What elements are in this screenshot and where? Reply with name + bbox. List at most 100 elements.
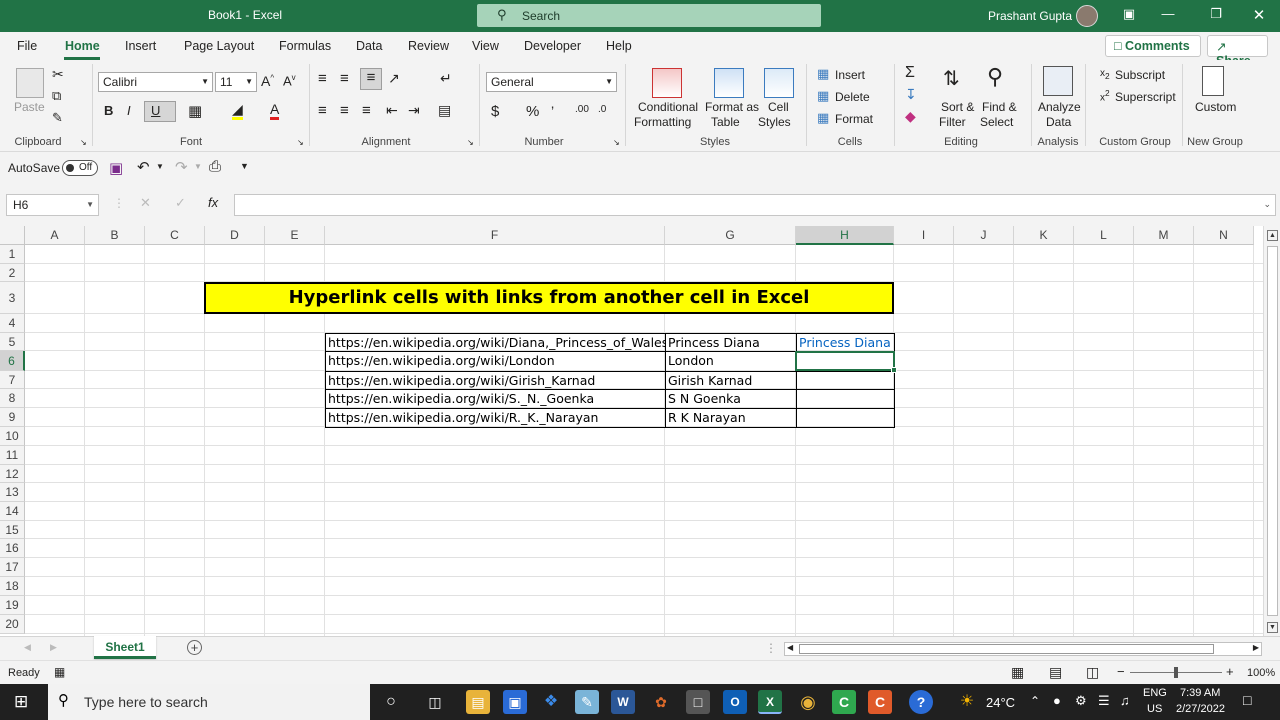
print-preview-icon[interactable]: ⎙ — [209, 158, 221, 175]
wrap-text-icon[interactable]: ↵ — [440, 70, 452, 87]
row-header-3[interactable]: 3 — [0, 282, 25, 314]
column-header-a[interactable]: A — [25, 226, 85, 245]
language-2[interactable]: US — [1147, 703, 1162, 715]
scroll-down-icon[interactable]: ▼ — [1267, 622, 1278, 633]
title-cell[interactable]: Hyperlink cells with links from another … — [204, 282, 894, 314]
currency-icon[interactable]: $ — [491, 103, 499, 120]
name-cell[interactable]: S N Goenka — [665, 390, 796, 409]
worksheet-grid[interactable]: ABCDEFGHIJKLMN 1 2 3 4 5 6 7 8 9 10 11 12 13 14 15 16 17… — [0, 226, 1280, 636]
format-cells-icon[interactable]: ▦ — [817, 110, 829, 126]
row-header-20[interactable]: 20 — [0, 615, 25, 634]
underline-button[interactable]: U — [144, 101, 176, 122]
format-cells-label[interactable]: Format — [835, 112, 873, 126]
align-middle-icon[interactable]: ≡ — [340, 70, 349, 87]
search-box[interactable]: ⚲ Search — [477, 4, 821, 27]
paste-icon[interactable] — [16, 68, 44, 98]
increase-decimal-icon[interactable]: .00 — [575, 104, 589, 115]
scroll-up-icon[interactable]: ▲ — [1267, 230, 1278, 241]
row-header-15[interactable]: 15 — [0, 521, 25, 539]
chevron-down-icon[interactable]: ▼ — [194, 162, 202, 171]
custom-button-label[interactable]: Custom — [1195, 100, 1236, 114]
store-icon[interactable]: ▣ — [503, 690, 527, 714]
row-header-1[interactable]: 1 — [0, 245, 25, 264]
find-select-icon[interactable]: ⚲ — [987, 64, 1003, 90]
analyze-data-label-1[interactable]: Analyze — [1038, 100, 1081, 114]
borders-icon[interactable]: ▦ — [188, 102, 202, 120]
clipboard-launcher-icon[interactable]: ↘ — [80, 138, 87, 147]
notification-icon[interactable]: □ — [1243, 692, 1251, 708]
row-header-5[interactable]: 5 — [0, 333, 25, 351]
restore-button[interactable]: ❐ — [1204, 6, 1228, 26]
name-box[interactable]: H6 ▼ — [6, 194, 99, 216]
sheet-tab-sheet1[interactable]: Sheet1 — [94, 636, 156, 659]
clear-icon[interactable]: ◆ — [905, 108, 916, 125]
hyperlink-cell[interactable] — [796, 390, 894, 409]
font-size-select[interactable]: 11 ▼ — [215, 72, 257, 92]
insert-cells-label[interactable]: Insert — [835, 68, 865, 82]
task-view-icon[interactable]: ◫ — [423, 690, 447, 714]
taskbar-search[interactable]: ⚲ Type here to search — [48, 684, 370, 720]
format-as-table-label-1[interactable]: Format as — [705, 100, 759, 114]
column-header-c[interactable]: C — [145, 226, 205, 245]
number-launcher-icon[interactable]: ↘ — [613, 138, 620, 147]
fill-icon[interactable]: ↧ — [905, 86, 917, 103]
column-header-f[interactable]: F — [325, 226, 665, 245]
subscript-label[interactable]: Subscript — [1115, 68, 1165, 82]
expand-formula-icon[interactable]: ⌄ — [1263, 199, 1271, 210]
column-header-e[interactable]: E — [265, 226, 325, 245]
sort-filter-label-2[interactable]: Filter — [939, 115, 966, 129]
delete-cells-icon[interactable]: ▦ — [817, 88, 829, 104]
insert-cells-icon[interactable]: ▦ — [817, 66, 829, 82]
prev-sheet-icon[interactable]: ◀ — [24, 642, 31, 653]
column-header-d[interactable]: D — [205, 226, 265, 245]
menu-data[interactable]: Data — [356, 39, 382, 53]
enter-icon[interactable]: ✓ — [175, 195, 186, 211]
url-cell[interactable]: https://en.wikipedia.org/wiki/Diana,_Pri… — [325, 334, 665, 352]
name-cell[interactable]: Princess Diana — [665, 334, 796, 352]
row-header-13[interactable]: 13 — [0, 483, 25, 502]
menu-page-layout[interactable]: Page Layout — [184, 39, 254, 53]
menu-insert[interactable]: Insert — [125, 39, 156, 53]
align-right-icon[interactable]: ≡ — [362, 102, 371, 119]
format-as-table-label-2[interactable]: Table — [711, 115, 740, 129]
find-select-label-1[interactable]: Find & — [982, 100, 1017, 114]
scroll-left-icon[interactable]: ◀ — [787, 643, 793, 652]
scroll-right-icon[interactable]: ▶ — [1253, 643, 1259, 652]
undo-icon[interactable]: ↶ — [137, 158, 150, 176]
minimize-button[interactable]: — — [1156, 6, 1180, 26]
align-bottom-icon[interactable]: ≡ — [360, 68, 382, 90]
delete-cells-label[interactable]: Delete — [835, 90, 870, 104]
temperature[interactable]: 24°C — [986, 695, 1015, 710]
row-header-19[interactable]: 19 — [0, 596, 25, 615]
paint-icon[interactable]: ✿ — [649, 690, 673, 714]
name-cell[interactable]: R K Narayan — [665, 409, 796, 428]
insert-function-icon[interactable]: fx — [208, 195, 218, 210]
file-explorer-icon[interactable]: ▤ — [466, 690, 490, 714]
chevron-up-icon[interactable]: ⌃ — [1030, 694, 1040, 708]
row-header-10[interactable]: 10 — [0, 427, 25, 446]
zoom-level[interactable]: 100% — [1247, 667, 1275, 679]
font-name-select[interactable]: Calibri ▼ — [98, 72, 213, 92]
cortana-icon[interactable]: ○ — [379, 690, 403, 714]
alignment-launcher-icon[interactable]: ↘ — [467, 138, 474, 147]
decrease-font-icon[interactable]: Av — [283, 73, 296, 88]
row-header-6[interactable]: 6 — [0, 351, 25, 371]
sort-filter-icon[interactable]: ⇅ — [943, 66, 960, 91]
conditional-formatting-icon[interactable] — [652, 68, 682, 98]
column-header-j[interactable]: J — [954, 226, 1014, 245]
fill-handle[interactable] — [891, 367, 897, 373]
page-break-view-icon[interactable]: ◫ — [1086, 664, 1099, 681]
column-header-i[interactable]: I — [894, 226, 954, 245]
copy-icon[interactable]: ⧉ — [52, 88, 61, 104]
add-sheet-icon[interactable]: + — [187, 640, 202, 655]
orientation-icon[interactable]: ↗ — [388, 70, 400, 87]
align-top-icon[interactable]: ≡ — [318, 70, 327, 87]
hyperlink-cell[interactable] — [796, 409, 894, 428]
clock-time[interactable]: 7:39 AM — [1180, 687, 1220, 699]
column-header-l[interactable]: L — [1074, 226, 1134, 245]
autosave-toggle[interactable]: Off — [62, 160, 98, 176]
superscript-icon[interactable]: x2 — [1100, 88, 1110, 103]
analyze-data-label-2[interactable]: Data — [1046, 115, 1071, 129]
zoom-slider-thumb[interactable] — [1174, 667, 1178, 678]
row-header-18[interactable]: 18 — [0, 577, 25, 596]
